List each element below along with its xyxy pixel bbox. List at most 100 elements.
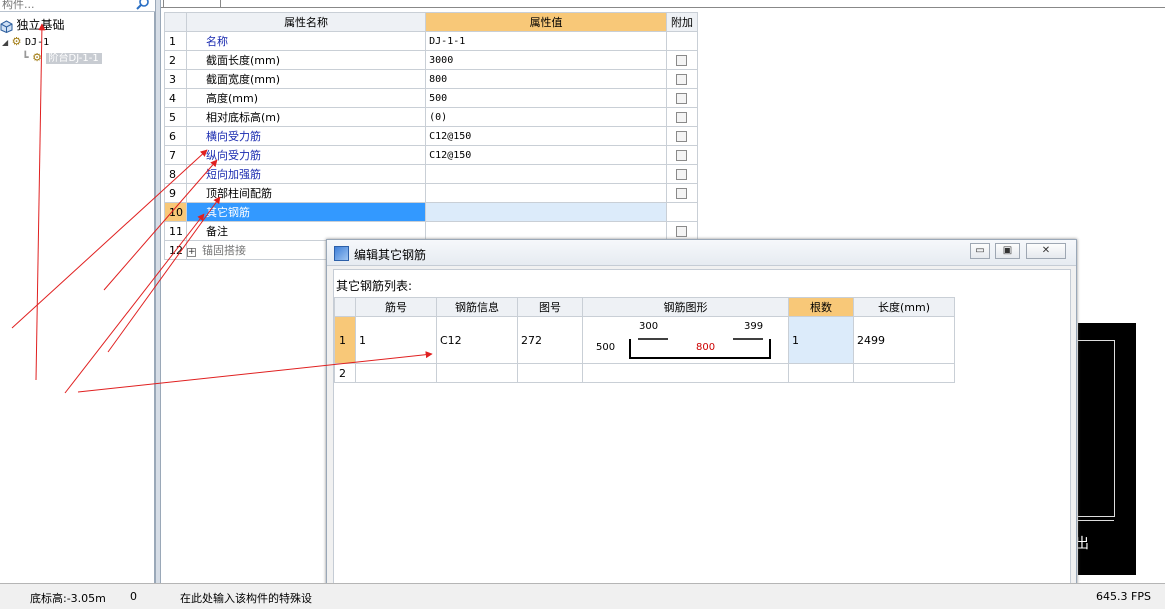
column-header-name[interactable]: 属性名称: [185, 12, 427, 32]
row-number[interactable]: 5: [164, 107, 187, 127]
property-value-cell[interactable]: C12@150: [425, 126, 667, 146]
column-header-length[interactable]: 长度(mm): [853, 297, 955, 317]
collapse-triangle-icon[interactable]: ◢: [2, 38, 8, 47]
property-name-cell[interactable]: 纵向受力筋: [185, 145, 427, 165]
property-value-cell[interactable]: 500: [425, 88, 667, 108]
length-cell[interactable]: [853, 363, 955, 383]
property-row[interactable]: 3 截面宽度(mm) 800: [164, 69, 699, 89]
property-name: 短向加强筋: [206, 168, 261, 181]
property-value-cell[interactable]: [425, 221, 667, 241]
status-hint-input[interactable]: 在此处输入该构件的特殊设: [180, 590, 312, 606]
tree-node-dj1[interactable]: ◢ ⚙ DJ-1: [2, 34, 49, 50]
extra-checkbox[interactable]: [676, 169, 688, 180]
bar-no-cell[interactable]: 1: [355, 316, 437, 364]
property-name-cell[interactable]: 备注: [185, 221, 427, 241]
tree-node-label: DJ-1: [25, 37, 50, 48]
property-value-cell[interactable]: [425, 164, 667, 184]
extra-checkbox[interactable]: [676, 112, 688, 123]
extra-cell: [665, 164, 699, 184]
row-number[interactable]: 8: [164, 164, 187, 184]
row-number[interactable]: 9: [164, 183, 187, 203]
tree-node-isolated-foundation[interactable]: 独立基础: [0, 17, 65, 33]
extra-checkbox[interactable]: [676, 93, 688, 104]
extra-checkbox[interactable]: [676, 55, 688, 66]
property-name-cell[interactable]: 截面宽度(mm): [185, 69, 427, 89]
tree-node-label: 阶台DJ-1-1: [45, 53, 102, 64]
bar-info-cell[interactable]: C12: [436, 316, 518, 364]
property-name-cell[interactable]: 高度(mm): [185, 88, 427, 108]
property-row[interactable]: 7 纵向受力筋 C12@150: [164, 145, 699, 165]
property-name-cell[interactable]: 名称: [185, 31, 427, 51]
count-cell[interactable]: [788, 363, 854, 383]
column-header-count[interactable]: 根数: [788, 297, 854, 317]
row-number[interactable]: 3: [164, 69, 187, 89]
edit-other-rebar-dialog: 编辑其它钢筋 ▭ ▣ ✕ 其它钢筋列表:: [326, 239, 1077, 609]
property-value-cell[interactable]: (0): [425, 107, 667, 127]
property-row[interactable]: 8 短向加强筋: [164, 164, 699, 184]
rebar-row[interactable]: 1 1 C12 272 300 399 500 800 1 2499: [334, 316, 955, 364]
column-header-value[interactable]: 属性值: [425, 12, 667, 32]
property-name-cell[interactable]: 横向受力筋: [185, 126, 427, 146]
column-header-shape-no[interactable]: 图号: [517, 297, 583, 317]
row-number[interactable]: 7: [164, 145, 187, 165]
row-number[interactable]: 1: [164, 31, 187, 51]
row-number[interactable]: 12: [164, 240, 187, 260]
property-row[interactable]: 5 相对底标高(m) (0): [164, 107, 699, 127]
maximize-button[interactable]: ▣: [995, 243, 1020, 259]
search-icon[interactable]: [136, 0, 150, 11]
property-value-cell[interactable]: [425, 202, 667, 222]
column-header-bar-no[interactable]: 筋号: [355, 297, 437, 317]
bar-no-cell[interactable]: [355, 363, 437, 383]
column-header-extra[interactable]: 附加: [665, 12, 699, 32]
close-button[interactable]: ✕: [1026, 243, 1066, 259]
expand-plus-icon[interactable]: +: [187, 248, 196, 257]
property-value-cell[interactable]: 800: [425, 69, 667, 89]
count-cell[interactable]: 1: [788, 316, 854, 364]
row-number[interactable]: 2: [164, 50, 187, 70]
property-value-cell[interactable]: 3000: [425, 50, 667, 70]
property-name-cell[interactable]: 相对底标高(m): [185, 107, 427, 127]
extra-checkbox[interactable]: [676, 131, 688, 142]
tree-node-dj1-1[interactable]: ┗ ⚙ 阶台DJ-1-1: [22, 50, 102, 66]
property-value-cell[interactable]: C12@150: [425, 145, 667, 165]
rebar-row[interactable]: 2: [334, 363, 955, 383]
property-row[interactable]: 4 高度(mm) 500: [164, 88, 699, 108]
minimize-button[interactable]: ▭: [970, 243, 990, 259]
property-name-cell[interactable]: 顶部柱间配筋: [185, 183, 427, 203]
search-input[interactable]: 构件...: [2, 0, 35, 12]
extra-checkbox[interactable]: [676, 150, 688, 161]
component-search-bar[interactable]: 构件...: [0, 0, 155, 12]
property-name-cell[interactable]: 截面长度(mm): [185, 50, 427, 70]
row-number[interactable]: 4: [164, 88, 187, 108]
property-row[interactable]: 9 顶部柱间配筋: [164, 183, 699, 203]
row-number[interactable]: 6: [164, 126, 187, 146]
shape-no-cell[interactable]: 272: [517, 316, 583, 364]
property-name-cell[interactable]: 其它钢筋: [185, 202, 427, 222]
row-number[interactable]: 11: [164, 221, 187, 241]
row-number[interactable]: 10: [164, 202, 187, 222]
shape-no-cell[interactable]: [517, 363, 583, 383]
extra-cell: [665, 145, 699, 165]
property-name-cell[interactable]: 短向加强筋: [185, 164, 427, 184]
property-row[interactable]: 6 横向受力筋 C12@150: [164, 126, 699, 146]
tab-property-edit[interactable]: 属性编辑: [163, 0, 221, 8]
property-value-cell[interactable]: DJ-1-1: [425, 31, 667, 51]
extra-checkbox[interactable]: [676, 226, 688, 237]
row-number[interactable]: 1: [334, 316, 356, 364]
property-row[interactable]: 11 备注: [164, 221, 699, 241]
column-header-bar-info[interactable]: 钢筋信息: [436, 297, 518, 317]
shape-cell[interactable]: [582, 363, 789, 383]
property-row[interactable]: 2 截面长度(mm) 3000: [164, 50, 699, 70]
property-value-cell[interactable]: [425, 183, 667, 203]
preview-canvas[interactable]: 出: [1075, 323, 1136, 575]
length-cell[interactable]: 2499: [853, 316, 955, 364]
shape-cell[interactable]: 300 399 500 800: [582, 316, 789, 364]
property-row[interactable]: 10 其它钢筋: [164, 202, 699, 222]
bar-info-cell[interactable]: [436, 363, 518, 383]
row-number[interactable]: 2: [334, 363, 356, 383]
column-header-shape[interactable]: 钢筋图形: [582, 297, 789, 317]
dialog-title-bar[interactable]: 编辑其它钢筋 ▭ ▣ ✕: [327, 240, 1076, 266]
property-row[interactable]: 1 名称 DJ-1-1: [164, 31, 699, 51]
extra-checkbox[interactable]: [676, 74, 688, 85]
extra-checkbox[interactable]: [676, 188, 688, 199]
